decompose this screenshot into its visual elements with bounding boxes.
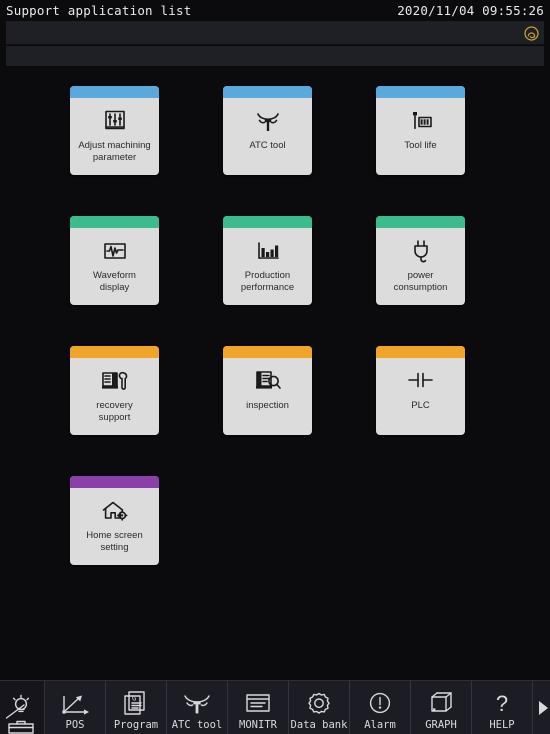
toolbar-item-label: MONITR	[239, 719, 277, 731]
gear-icon	[304, 688, 334, 718]
tile-accent-bar	[223, 216, 312, 228]
application-tile-grid: Adjust machining parameter ATC tool Tool…	[0, 86, 550, 565]
tile-inspection[interactable]: inspection	[223, 346, 312, 435]
toolbar-item-label: HELP	[489, 719, 515, 731]
waveform-icon	[100, 234, 130, 267]
tile-accent-bar	[70, 216, 159, 228]
tile-body: Waveform display	[70, 228, 159, 305]
plc-contact-icon	[405, 364, 437, 397]
toolbar-item-atc-tool[interactable]: ATC tool	[167, 681, 228, 734]
tile-accent-bar	[376, 216, 465, 228]
tile-power-consumption[interactable]: power consumption	[376, 216, 465, 305]
tile-body: recovery support	[70, 358, 159, 435]
atc-tool-icon	[253, 104, 283, 137]
tile-label: Tool life	[404, 140, 437, 151]
tile-label: Home screen setting	[86, 530, 143, 553]
tile-accent-bar	[376, 86, 465, 98]
tile-body: ATC tool	[223, 98, 312, 175]
tile-label: ATC tool	[249, 140, 286, 151]
page-title: Support application list	[6, 2, 192, 18]
tile-accent-bar	[70, 476, 159, 488]
power-plug-icon	[407, 234, 435, 267]
tile-accent-bar	[376, 346, 465, 358]
support-toolbox-icon	[4, 694, 40, 734]
position-axes-icon	[58, 688, 92, 718]
toolbar-item-help[interactable]: ? HELP	[472, 681, 533, 734]
tile-body: PLC	[376, 358, 465, 435]
tile-recovery-support[interactable]: recovery support	[70, 346, 159, 435]
application-root: Support application list 2020/11/04 09:5…	[0, 0, 550, 734]
status-bar	[6, 21, 544, 45]
tile-accent-bar	[223, 86, 312, 98]
tile-accent-bar	[70, 346, 159, 358]
tile-tool-life[interactable]: Tool life	[376, 86, 465, 175]
svg-text:?: ?	[496, 691, 508, 716]
tile-label: recovery support	[96, 400, 133, 423]
tile-label: PLC	[411, 400, 430, 411]
toolbar-item-label: Program	[113, 719, 159, 731]
toolbar-item-label: ATC tool	[171, 719, 223, 731]
tool-life-icon	[406, 104, 436, 137]
sub-status-bar	[6, 46, 544, 66]
question-mark-icon: ?	[489, 688, 515, 718]
toolbar-item-monitr[interactable]: MONITR	[228, 681, 289, 734]
datetime-display: 2020/11/04 09:55:26	[397, 2, 544, 18]
tile-label: inspection	[246, 400, 289, 411]
next-page-arrow-icon	[533, 693, 550, 723]
tile-body: inspection	[223, 358, 312, 435]
swirl-logo-icon	[523, 25, 540, 42]
svg-text:G: G	[132, 695, 136, 703]
bottom-toolbar: POS G Program ATC tool MONITR Data bank …	[0, 680, 550, 734]
toolbar-item-graph[interactable]: GRAPH	[411, 681, 472, 734]
tile-label: Waveform display	[93, 270, 136, 293]
toolbar-item-pos[interactable]: POS	[45, 681, 106, 734]
inspection-magnifier-icon	[252, 364, 284, 397]
tile-plc[interactable]: PLC	[376, 346, 465, 435]
tile-production-performance[interactable]: Production performance	[223, 216, 312, 305]
tile-accent-bar	[70, 86, 159, 98]
tile-label: Production performance	[240, 270, 295, 293]
tile-label: Adjust machining parameter	[78, 140, 151, 163]
tile-adjust-machining-parameter[interactable]: Adjust machining parameter	[70, 86, 159, 175]
tile-body: Home screen setting	[70, 488, 159, 565]
tile-body: Tool life	[376, 98, 465, 175]
toolbar-item-support[interactable]	[0, 681, 45, 734]
toolbar-item-program[interactable]: G Program	[106, 681, 167, 734]
alarm-exclamation-icon	[366, 688, 394, 718]
bar-chart-icon	[253, 234, 283, 267]
tile-waveform-display[interactable]: Waveform display	[70, 216, 159, 305]
cube-icon	[427, 688, 455, 718]
sliders-icon	[101, 104, 129, 137]
toolbar-item-alarm[interactable]: Alarm	[350, 681, 411, 734]
tile-body: power consumption	[376, 228, 465, 305]
toolbar-next-page-button[interactable]	[533, 681, 550, 734]
tile-home-screen-setting[interactable]: Home screen setting	[70, 476, 159, 565]
tile-atc-tool[interactable]: ATC tool	[223, 86, 312, 175]
recovery-wrench-icon	[99, 364, 131, 397]
program-file-icon: G	[121, 688, 151, 718]
tile-body: Adjust machining parameter	[70, 98, 159, 175]
toolbar-item-label: Data bank	[290, 719, 348, 731]
toolbar-item-label: Alarm	[364, 719, 396, 731]
toolbar-item-data-bank[interactable]: Data bank	[289, 681, 350, 734]
monitor-icon	[242, 688, 274, 718]
tile-accent-bar	[223, 346, 312, 358]
tile-body: Production performance	[223, 228, 312, 305]
toolbar-item-label: GRAPH	[425, 719, 457, 731]
tile-label: power consumption	[393, 270, 448, 293]
atc-tool-icon	[180, 688, 214, 718]
toolbar-item-label: POS	[65, 719, 85, 731]
title-bar: Support application list 2020/11/04 09:5…	[0, 0, 550, 20]
home-gear-icon	[99, 494, 131, 527]
